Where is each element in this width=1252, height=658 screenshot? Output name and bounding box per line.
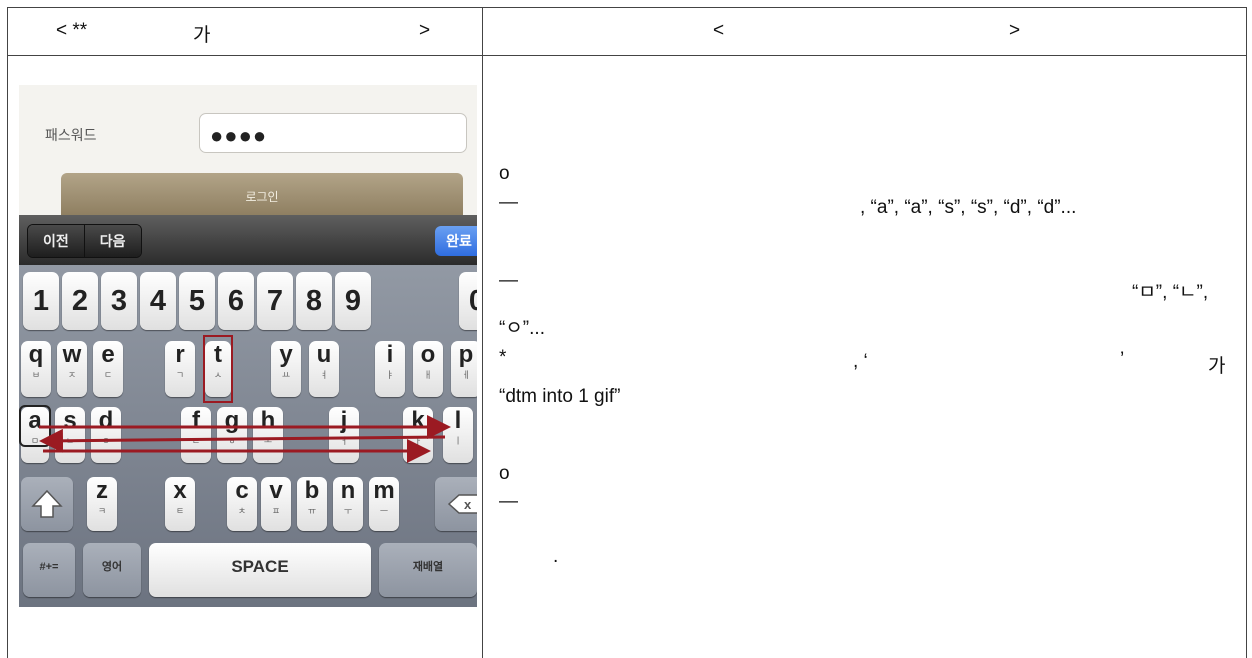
virtual-keyboard: 1 2 3 4 5 6 7 8 9 0 qㅂ wㅈ eㄷ rㄱ tㅅ yㅛ uㅕ… — [19, 265, 477, 607]
ga-char: 가 — [1208, 356, 1226, 377]
bullet-2: o — [499, 463, 510, 484]
document-table: < ** 가 > < > 패스워드 ●●●● 로그인 이전 다음 완료 1 2 … — [7, 7, 1247, 658]
prev-button[interactable]: 이전 — [28, 225, 84, 257]
period: . — [553, 546, 559, 567]
login-form: 패스워드 ●●●● 로그인 — [19, 85, 477, 221]
header-left-open: < ** — [56, 20, 88, 41]
login-button[interactable]: 로그인 — [61, 173, 463, 221]
comma-quote: , ‘ — [853, 351, 868, 372]
prev-next-segment: 이전 다음 — [27, 224, 142, 258]
jamo-line-2: “ㅇ”... — [499, 318, 545, 339]
footnote-star: * — [499, 347, 507, 368]
table-header-row: < ** 가 > < > — [8, 8, 1246, 56]
bullet-1: o — [499, 163, 510, 184]
keyboard-toolbar: 이전 다음 완료 — [19, 215, 477, 265]
done-button[interactable]: 완료 — [435, 226, 477, 256]
dash-2: — — [499, 270, 518, 291]
quote-text: “dtm into 1 gif” — [499, 386, 621, 407]
header-right-open: < — [713, 20, 725, 41]
password-label: 패스워드 — [45, 127, 97, 143]
close-quote: ’ — [1120, 349, 1125, 370]
jamo-line-1: “ㅁ”, “ㄴ”, — [1132, 282, 1209, 303]
keyboard-screenshot: 패스워드 ●●●● 로그인 이전 다음 완료 1 2 3 4 5 6 7 8 9… — [19, 85, 477, 607]
next-button[interactable]: 다음 — [83, 225, 141, 257]
arrow-left — [39, 428, 446, 453]
password-field[interactable]: ●●●● — [199, 113, 467, 153]
dash-3: — — [499, 491, 518, 512]
column-divider — [482, 8, 483, 658]
header-right-close: > — [1009, 20, 1021, 41]
swipe-arrows — [39, 415, 451, 463]
dash-1: — — [499, 192, 518, 213]
header-left-char: 가 — [193, 25, 211, 46]
header-left-close: > — [419, 20, 431, 41]
sequence-text: , “a”, “a”, “s”, “s”, “d”, “d”... — [860, 197, 1077, 218]
